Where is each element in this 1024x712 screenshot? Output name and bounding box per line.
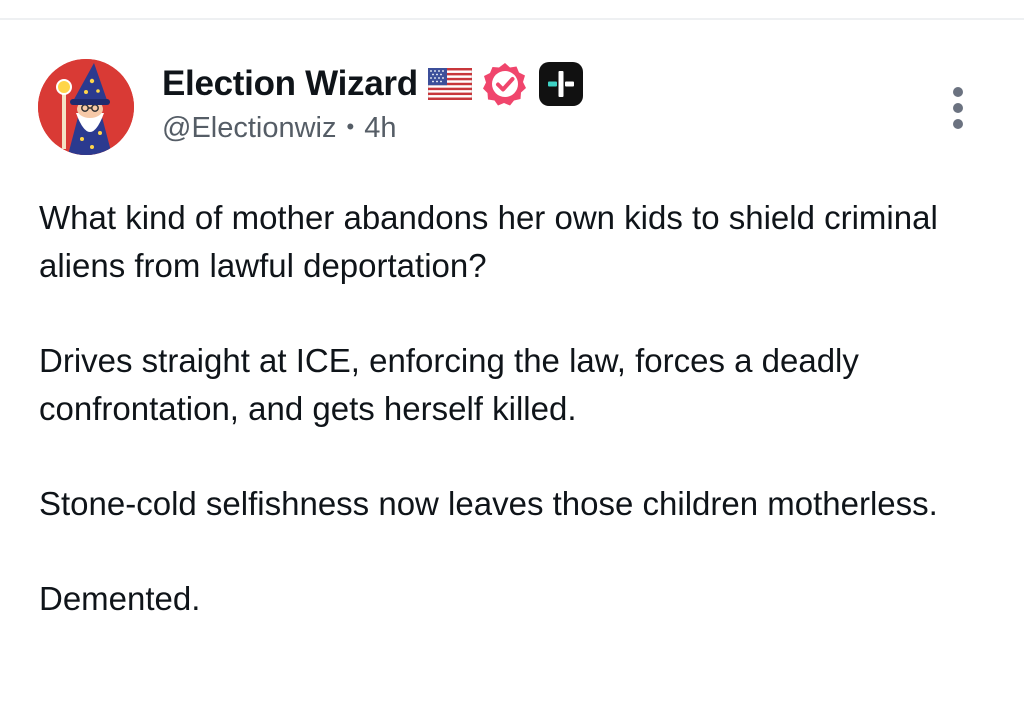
author-display-name[interactable]: Election Wizard [162, 64, 418, 104]
author-meta-row: @Electionwiz • 4h [162, 112, 396, 145]
post-card: Election Wizard @Electionwiz • 4h What k… [0, 20, 1024, 712]
verified-badge-icon[interactable] [482, 61, 528, 107]
more-options-button[interactable] [940, 82, 976, 134]
plus-subscriber-badge-icon[interactable] [538, 61, 584, 107]
post-paragraph: Demented. [39, 580, 201, 617]
post-timestamp[interactable]: 4h [364, 112, 396, 144]
post-paragraph: What kind of mother abandons her own kid… [39, 199, 938, 284]
meta-separator: • [346, 114, 355, 139]
post-body: What kind of mother abandons her own kid… [39, 194, 989, 670]
more-vertical-icon [953, 87, 963, 129]
us-flag-icon [427, 68, 472, 100]
wizard-avatar-icon[interactable] [38, 59, 134, 155]
author-name-row: Election Wizard [162, 62, 584, 106]
post-paragraph: Drives straight at ICE, enforcing the la… [39, 342, 859, 427]
author-handle[interactable]: @Electionwiz [162, 112, 337, 144]
post-paragraph: Stone-cold selfishness now leaves those … [39, 485, 938, 522]
